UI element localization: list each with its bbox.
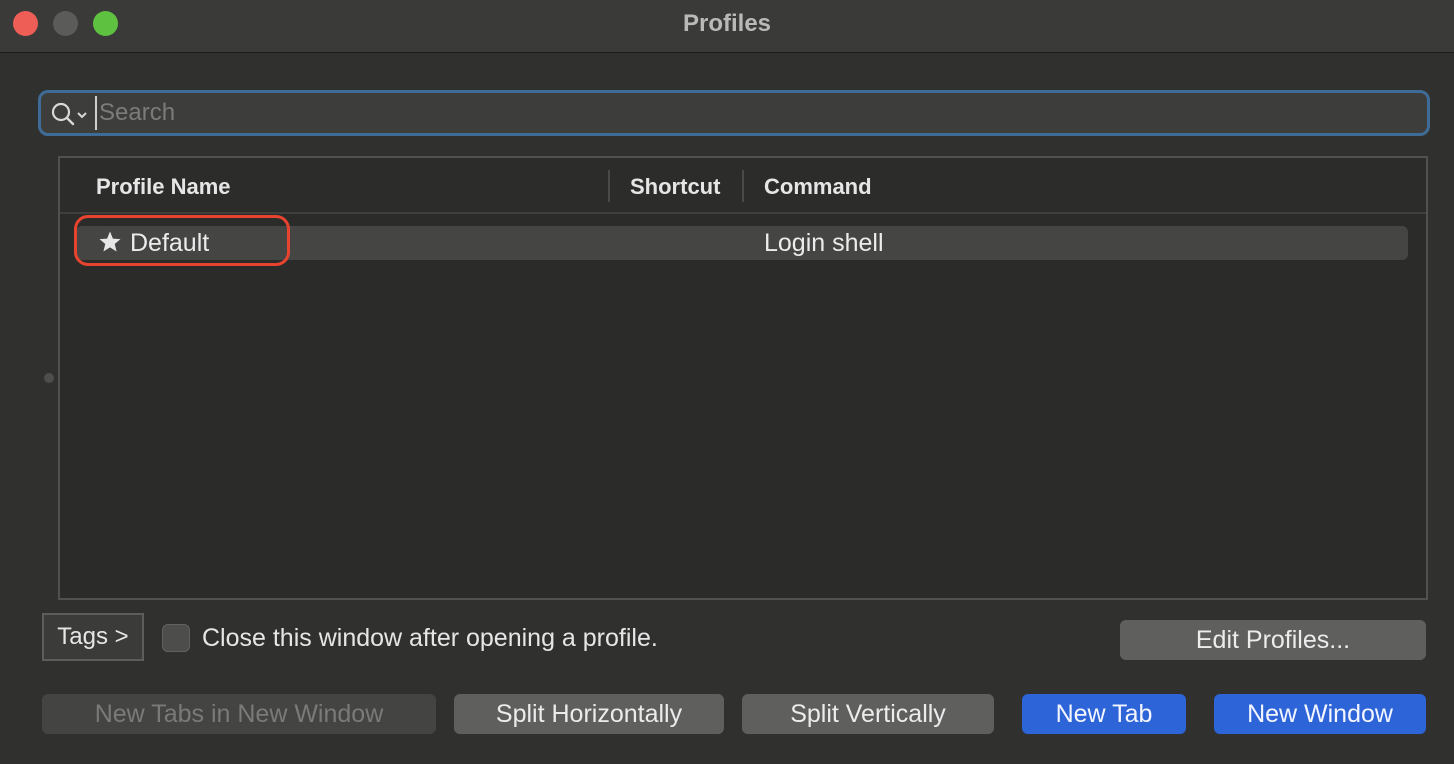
column-divider[interactable] <box>608 170 610 202</box>
close-after-open-label[interactable]: Close this window after opening a profil… <box>202 624 658 653</box>
window-title: Profiles <box>682 10 772 37</box>
profile-command-cell: Login shell <box>764 229 884 257</box>
split-vertically-button[interactable]: Split Vertically <box>742 694 994 734</box>
column-header-profile-name[interactable]: Profile Name <box>96 174 231 200</box>
split-horizontally-button[interactable]: Split Horizontally <box>454 694 724 734</box>
profile-name-cell: Default <box>130 229 210 257</box>
star-icon <box>99 231 121 252</box>
search-icon[interactable] <box>51 102 95 126</box>
column-header-shortcut[interactable]: Shortcut <box>630 174 720 200</box>
table-header: Profile Name Shortcut Command <box>60 158 1426 214</box>
column-divider[interactable] <box>742 170 744 202</box>
column-header-command[interactable]: Command <box>764 174 872 200</box>
profiles-window: Profiles Profile Name Shortcut Command D… <box>0 0 1454 764</box>
new-window-button[interactable]: New Window <box>1214 694 1426 734</box>
title-bar: Profiles <box>0 0 1454 53</box>
edit-profiles-button[interactable]: Edit Profiles... <box>1120 620 1426 660</box>
new-tabs-in-new-window-button[interactable]: New Tabs in New Window <box>42 694 436 734</box>
search-field[interactable] <box>38 90 1430 136</box>
search-input[interactable] <box>95 96 1415 130</box>
profiles-table: Profile Name Shortcut Command Default Lo… <box>58 156 1428 600</box>
tags-button[interactable]: Tags > <box>42 613 144 661</box>
close-after-open-checkbox[interactable] <box>162 624 190 652</box>
new-tab-button[interactable]: New Tab <box>1022 694 1186 734</box>
resize-handle[interactable] <box>44 373 54 383</box>
table-row[interactable]: Default Login shell <box>76 226 1408 260</box>
